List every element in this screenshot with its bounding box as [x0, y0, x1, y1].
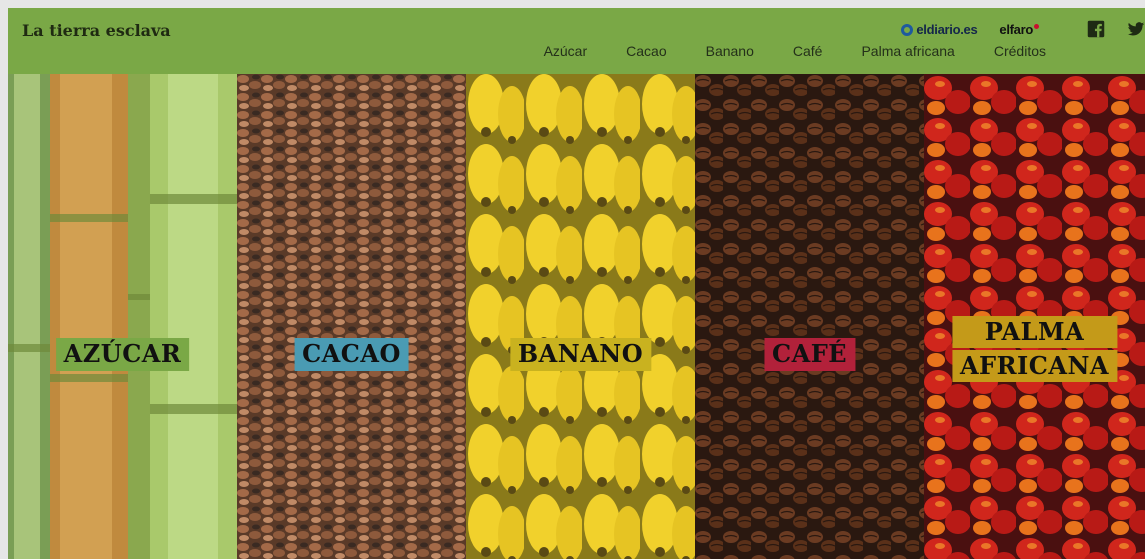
site-title[interactable]: La tierra esclava: [22, 21, 171, 40]
label-cafe-text: CAFÉ: [771, 339, 848, 368]
page-frame: La tierra esclava eldiario.es elfaro Azú…: [8, 8, 1145, 559]
nav-cafe[interactable]: Café: [793, 43, 823, 59]
elfaro-logo[interactable]: elfaro: [999, 22, 1039, 37]
eldiario-ring-icon: [901, 23, 914, 36]
nav-azucar[interactable]: Azúcar: [544, 43, 588, 59]
crop-panels: AZÚCAR CACAO BANANO CAFÉ PALMA AFRICANA: [8, 74, 1145, 559]
label-palma-line1: PALMA: [951, 316, 1118, 348]
facebook-icon[interactable]: [1087, 20, 1105, 38]
nav-banano[interactable]: Banano: [706, 43, 754, 59]
label-cacao: CACAO: [294, 338, 409, 371]
label-palma-africana: PALMA AFRICANA: [951, 316, 1118, 384]
banana-image: [466, 74, 695, 559]
panel-palma-africana[interactable]: PALMA AFRICANA: [924, 74, 1145, 559]
eldiario-wordmark: eldiario.es: [916, 22, 978, 37]
elfaro-wordmark: elfaro: [999, 22, 1033, 37]
main-nav: Azúcar Cacao Banano Café Palma africana …: [544, 43, 1046, 59]
label-palma-line2: AFRICANA: [951, 350, 1118, 382]
site-header: La tierra esclava eldiario.es elfaro Azú…: [8, 8, 1145, 74]
coffee-image: [695, 74, 924, 559]
brand-logos: eldiario.es elfaro: [901, 22, 1039, 37]
twitter-icon[interactable]: [1127, 20, 1145, 38]
label-cacao-text: CACAO: [302, 339, 401, 368]
label-cafe: CAFÉ: [763, 338, 856, 371]
panel-cafe[interactable]: CAFÉ: [695, 74, 924, 559]
label-azucar-text: AZÚCAR: [63, 339, 182, 368]
label-banano: BANANO: [509, 338, 652, 371]
nav-creditos[interactable]: Créditos: [994, 43, 1046, 59]
nav-cacao[interactable]: Cacao: [626, 43, 666, 59]
eldiario-logo[interactable]: eldiario.es: [901, 22, 978, 37]
label-banano-text: BANANO: [517, 339, 644, 368]
panel-cacao[interactable]: CACAO: [237, 74, 466, 559]
label-azucar: AZÚCAR: [55, 338, 190, 371]
cacao-image: [237, 74, 466, 559]
sugarcane-image: [8, 74, 237, 559]
elfaro-dot-icon: [1034, 23, 1039, 29]
social-links: [1087, 20, 1145, 38]
panel-azucar[interactable]: AZÚCAR: [8, 74, 237, 559]
panel-banano[interactable]: BANANO: [466, 74, 695, 559]
nav-palma-africana[interactable]: Palma africana: [861, 43, 954, 59]
